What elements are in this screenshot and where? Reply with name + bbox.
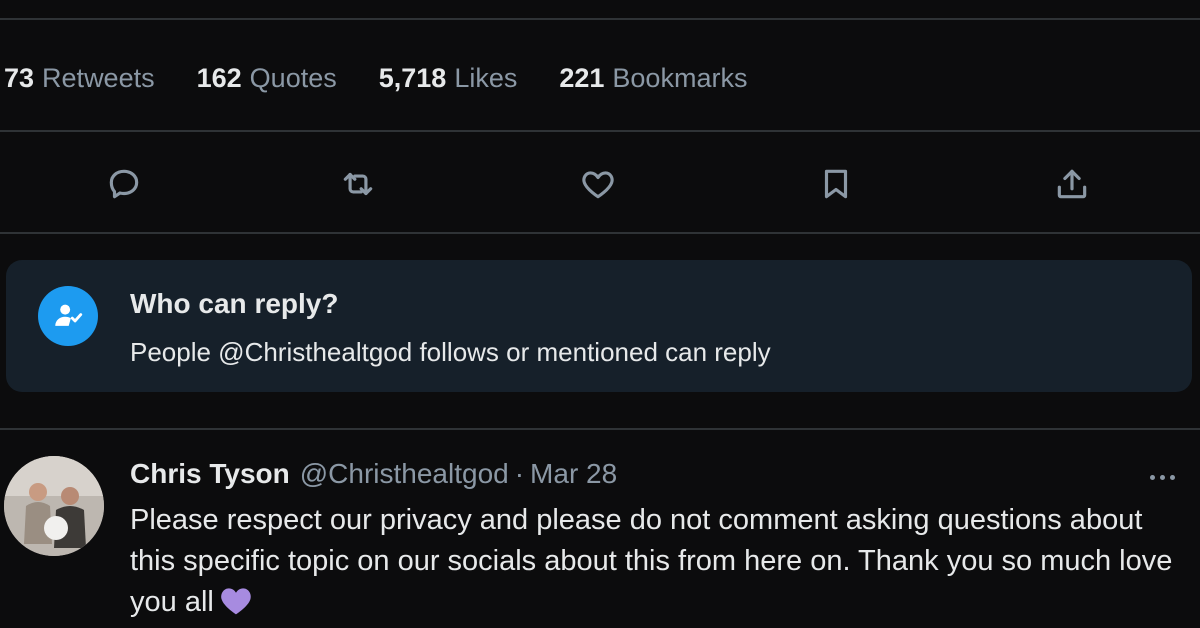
retweet-button[interactable] [330,156,386,212]
avatar[interactable] [4,456,104,556]
share-button[interactable] [1044,156,1100,212]
retweets-label: Retweets [42,62,155,93]
tweet-action-bar [0,156,1200,212]
author-name[interactable]: Chris Tyson [130,458,290,490]
engagement-stats: 73 Retweets 162 Quotes 5,718 Likes 221 B… [4,58,789,98]
author-handle[interactable]: @Christhealtgod [300,458,509,490]
like-button[interactable] [570,156,626,212]
bookmarks-label: Bookmarks [612,62,748,93]
share-icon [1057,169,1087,199]
reply-divider [0,428,1200,430]
retweets-stat[interactable]: 73 Retweets [4,63,155,94]
tweet-body: Please respect our privacy and please do… [130,500,1190,623]
likes-count: 5,718 [378,62,447,93]
tweet-text: Please respect our privacy and please do… [130,504,1173,618]
purple-heart-icon [221,588,251,615]
tweet-date[interactable]: Mar 28 [530,458,617,490]
likes-stat[interactable]: 5,718 Likes [379,63,518,94]
bookmark-icon [824,169,848,199]
header-separator: · [514,458,525,489]
retweets-count: 73 [4,62,35,93]
avatar-photo [4,456,104,556]
reply-restriction-title: Who can reply? [130,288,339,319]
reply-restriction-description: People @Christhealtgod follows or mentio… [130,337,771,367]
tweet-header: Chris Tyson @Christhealtgod · Mar 28 [130,458,617,490]
more-options-button[interactable] [1142,462,1182,492]
reply-button[interactable] [96,156,152,212]
retweet-icon [343,172,373,196]
more-dot [1169,474,1175,480]
top-divider [0,18,1200,20]
actions-divider [0,232,1200,234]
bookmark-button[interactable] [808,156,864,212]
bookmarks-count: 221 [559,62,605,93]
quotes-count: 162 [196,62,242,93]
mention-user-icon [38,286,98,346]
more-dot [1159,474,1165,480]
likes-label: Likes [454,62,518,93]
reply-icon [109,169,139,199]
more-dot [1149,474,1155,480]
reply-restriction-box: Who can reply? People @Christhealtgod fo… [6,260,1192,392]
like-icon [582,171,614,199]
stats-divider [0,130,1200,132]
quotes-label: Quotes [249,62,337,93]
quotes-stat[interactable]: 162 Quotes [197,63,337,94]
bookmarks-stat[interactable]: 221 Bookmarks [559,63,747,94]
